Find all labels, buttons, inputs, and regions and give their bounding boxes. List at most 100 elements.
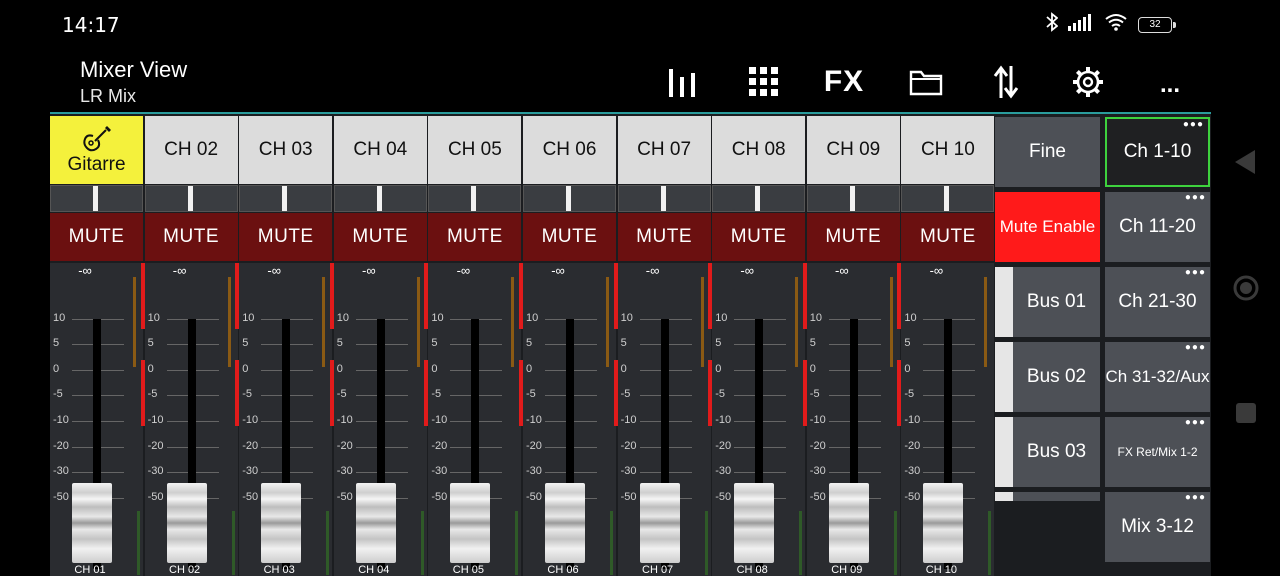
pan-handle[interactable] <box>471 186 477 211</box>
pan-slider[interactable] <box>144 185 238 212</box>
pan-slider[interactable] <box>617 185 711 212</box>
bus-03-button[interactable]: Bus 03 <box>995 417 1100 487</box>
fader-handle[interactable] <box>72 483 112 563</box>
pan-handle[interactable] <box>566 186 571 211</box>
pan-handle[interactable] <box>849 186 855 211</box>
bank-more-icon[interactable]: ●●● <box>1185 418 1206 428</box>
bank-button[interactable]: ●●● Ch 21-30 <box>1105 267 1210 337</box>
fader-scale-label: -20 <box>715 440 732 452</box>
fader-scale-label: 0 <box>526 363 533 375</box>
fader-handle[interactable] <box>166 483 207 563</box>
channel-name-button[interactable]: Gitarre <box>50 116 143 184</box>
bus-level-bar <box>995 267 1013 337</box>
channel-strip: CH 06 MUTE -∞ 10 5 0 -5 -10 -20 -30 -50 CH 06 <box>519 116 617 576</box>
bank-more-icon[interactable]: ●●● <box>1185 193 1206 203</box>
fader-handle[interactable] <box>450 483 491 563</box>
fader-scale-label: -30 <box>526 465 542 477</box>
bank-button[interactable]: ●●● Ch 31-32/Aux <box>1105 342 1210 412</box>
bank-more-icon[interactable]: ●●● <box>1183 120 1204 130</box>
fader-scale-label: -50 <box>526 491 542 503</box>
pan-slider[interactable] <box>806 185 900 212</box>
transfer-button[interactable] <box>984 62 1028 102</box>
channel-name-button[interactable]: CH 03 <box>239 116 333 184</box>
channel-name-button[interactable]: CH 06 <box>523 116 616 184</box>
mute-button[interactable]: MUTE <box>901 213 995 261</box>
bank-label: Ch 11-20 <box>1119 216 1196 237</box>
pan-slider[interactable] <box>428 185 522 212</box>
pan-slider[interactable] <box>712 185 806 212</box>
mute-button[interactable]: MUTE <box>50 213 143 261</box>
channel-name-button[interactable]: CH 04 <box>333 116 427 184</box>
fine-button[interactable]: Fine <box>995 117 1100 187</box>
pan-handle[interactable] <box>93 186 98 211</box>
fader-handle[interactable] <box>545 483 585 563</box>
folder-button[interactable] <box>904 62 948 102</box>
fader-handle[interactable] <box>734 483 775 563</box>
app-header: Mixer View LR Mix FX ... <box>50 50 1211 114</box>
channel-name-button[interactable]: CH 08 <box>712 116 806 184</box>
pan-handle[interactable] <box>282 186 288 211</box>
fader-scale-label: 5 <box>147 337 154 349</box>
grid-button[interactable] <box>742 62 786 102</box>
bank-more-icon[interactable]: ●●● <box>1185 493 1206 503</box>
channel-name-button[interactable]: CH 05 <box>428 116 522 184</box>
channel-name-button[interactable]: CH 07 <box>617 116 711 184</box>
fader-handle[interactable] <box>355 483 396 563</box>
pan-handle[interactable] <box>660 186 666 211</box>
channel-name-button[interactable]: CH 02 <box>144 116 238 184</box>
mute-button[interactable]: MUTE <box>617 213 711 261</box>
pan-slider[interactable] <box>50 185 143 212</box>
fader-scale-label: -30 <box>242 465 259 477</box>
mute-button[interactable]: MUTE <box>806 213 900 261</box>
fader-scale-label: -50 <box>53 491 69 503</box>
pan-handle[interactable] <box>944 186 950 211</box>
channel-strip: CH 07 MUTE -∞ 10 5 0 -5 -10 -20 -30 -50 CH 07 <box>613 116 712 576</box>
fader-scale-label: -5 <box>336 388 347 400</box>
bus-next-button[interactable] <box>995 492 1100 501</box>
fader-handle[interactable] <box>639 483 680 563</box>
pan-slider[interactable] <box>901 185 995 212</box>
mute-enable-button[interactable]: Mute Enable <box>995 192 1100 262</box>
mute-button[interactable]: MUTE <box>712 213 806 261</box>
pan-handle[interactable] <box>376 186 382 211</box>
bank-more-icon[interactable]: ●●● <box>1185 268 1206 278</box>
bank-more-icon[interactable]: ●●● <box>1185 343 1206 353</box>
home-icon[interactable] <box>1232 274 1260 302</box>
pan-handle[interactable] <box>755 186 761 211</box>
fader-scale-label: 0 <box>431 363 438 375</box>
fader-handle[interactable] <box>828 483 869 563</box>
bank-button[interactable]: ●●● Mix 3-12 <box>1105 492 1210 562</box>
mute-button[interactable]: MUTE <box>144 213 238 261</box>
mute-button[interactable]: MUTE <box>428 213 522 261</box>
pan-slider[interactable] <box>523 185 616 212</box>
bus-level-bar <box>995 342 1013 412</box>
settings-button[interactable] <box>1066 62 1110 102</box>
meters-button[interactable] <box>660 62 704 102</box>
pan-handle[interactable] <box>187 186 193 211</box>
level-meter-red <box>519 263 523 329</box>
bank-button[interactable]: ●●● Ch 11-20 <box>1105 192 1210 262</box>
fader-handle[interactable] <box>261 483 302 563</box>
pan-slider[interactable] <box>333 185 427 212</box>
mute-button[interactable]: MUTE <box>523 213 616 261</box>
fader-scale-label: -5 <box>147 388 158 400</box>
channel-name-button[interactable]: CH 10 <box>901 116 995 184</box>
sync-arrows-icon <box>993 65 1019 99</box>
channel-name-button[interactable]: CH 09 <box>806 116 900 184</box>
fx-button[interactable]: FX <box>822 62 866 102</box>
status-icons: 32 <box>1046 12 1176 37</box>
fader-handle[interactable] <box>923 483 964 563</box>
back-icon[interactable] <box>1233 148 1257 176</box>
page-title: Mixer View <box>80 57 188 82</box>
bank-button[interactable]: ●●● FX Ret/Mix 1-2 <box>1105 417 1210 487</box>
fader-scale-label: -10 <box>431 414 448 426</box>
more-button[interactable]: ... <box>1148 62 1192 102</box>
mute-button[interactable]: MUTE <box>239 213 333 261</box>
fader-scale-label: -30 <box>336 465 353 477</box>
bank-button[interactable]: ●●● Ch 1-10 <box>1105 117 1210 187</box>
mute-button[interactable]: MUTE <box>333 213 427 261</box>
bus-02-button[interactable]: Bus 02 <box>995 342 1100 412</box>
bus-01-button[interactable]: Bus 01 <box>995 267 1100 337</box>
recents-icon[interactable] <box>1235 402 1257 424</box>
pan-slider[interactable] <box>239 185 333 212</box>
